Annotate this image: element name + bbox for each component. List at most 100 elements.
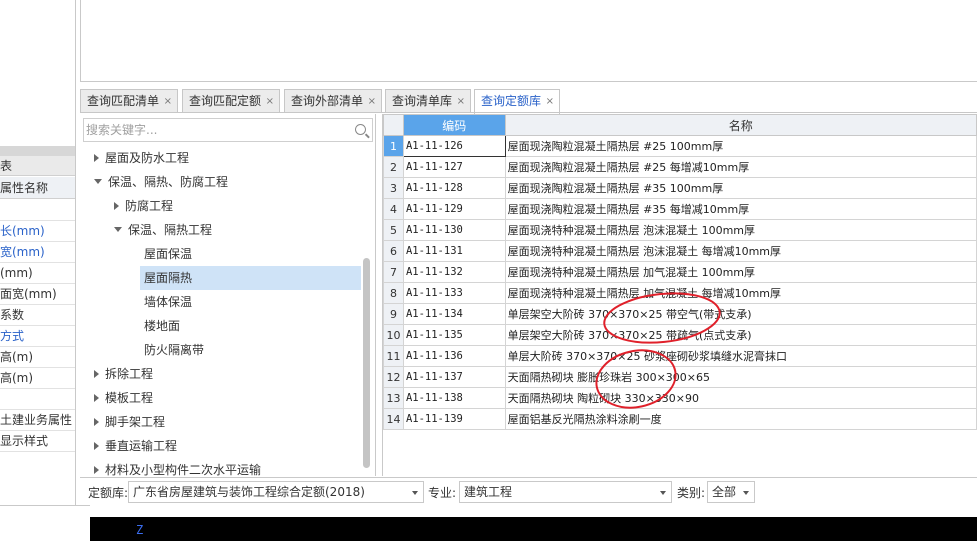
tree-item[interactable]: 屋面及防水工程 xyxy=(94,146,189,170)
property-row[interactable]: 高(m) xyxy=(0,347,75,368)
table-row[interactable]: 9 A1-11-134 单层架空大阶砖 370×370×25 带空气(带式支承) xyxy=(383,303,977,325)
tree-item[interactable]: 楼地面 xyxy=(144,314,180,338)
close-icon[interactable]: × xyxy=(164,90,172,113)
tab-baseline xyxy=(80,112,977,113)
quota-code-cell[interactable]: A1-11-131 xyxy=(402,240,506,262)
quota-name-cell[interactable]: 屋面现浇陶粒混凝土隔热层 #35 每增减10mm厚 xyxy=(504,198,977,220)
tree-item[interactable]: 墙体保温 xyxy=(144,290,192,314)
quota-name-cell[interactable]: 屋面现浇特种混凝土隔热层 泡沫混凝土 100mm厚 xyxy=(504,219,977,241)
quota-name-cell[interactable]: 屋面现浇陶粒混凝土隔热层 #35 100mm厚 xyxy=(504,177,977,199)
table-row[interactable]: 2 A1-11-127 屋面现浇陶粒混凝土隔热层 #25 每增减10mm厚 xyxy=(383,156,977,178)
property-row[interactable]: (mm) xyxy=(0,263,75,284)
property-row[interactable] xyxy=(0,200,75,221)
property-row[interactable]: 显示样式 xyxy=(0,431,75,452)
tab-match-bill[interactable]: 查询匹配清单 × xyxy=(80,89,178,113)
quota-code-cell[interactable]: A1-11-126 xyxy=(402,135,506,157)
tree-scrollbar[interactable] xyxy=(363,258,370,468)
close-icon[interactable]: × xyxy=(546,90,554,113)
property-panel-title: 表 xyxy=(0,156,75,176)
collapsed-arrow-icon[interactable] xyxy=(94,441,99,450)
collapsed-arrow-icon[interactable] xyxy=(94,465,99,474)
collapsed-arrow-icon[interactable] xyxy=(94,393,99,402)
close-icon[interactable]: × xyxy=(368,90,376,113)
table-row[interactable]: 1 A1-11-126 屋面现浇陶粒混凝土隔热层 #25 100mm厚 xyxy=(383,135,977,157)
quota-name-cell[interactable]: 天面隔热砌块 膨胀珍珠岩 300×300×65 xyxy=(504,366,977,388)
collapsed-arrow-icon[interactable] xyxy=(94,369,99,378)
tree-item[interactable]: 屋面隔热 xyxy=(140,266,361,290)
tree-item[interactable]: 垂直运输工程 xyxy=(94,434,177,458)
tree-item[interactable]: 防腐工程 xyxy=(114,194,173,218)
collapsed-arrow-icon[interactable] xyxy=(94,153,99,162)
tree-item[interactable]: 脚手架工程 xyxy=(94,410,165,434)
quota-code-cell[interactable]: A1-11-138 xyxy=(402,387,506,409)
quota-name-cell[interactable]: 屋面现浇陶粒混凝土隔热层 #25 每增减10mm厚 xyxy=(504,156,977,178)
property-row[interactable]: 长(mm) xyxy=(0,221,75,242)
category-select[interactable]: 全部 xyxy=(707,481,755,503)
expanded-arrow-icon[interactable] xyxy=(114,227,122,232)
tab-quota-library[interactable]: 查询定额库 × xyxy=(474,89,560,114)
quota-code-cell[interactable]: A1-11-128 xyxy=(402,177,506,199)
search-input[interactable] xyxy=(86,121,346,139)
quota-code-cell[interactable]: A1-11-134 xyxy=(402,303,506,325)
table-row[interactable]: 12 A1-11-137 天面隔热砌块 膨胀珍珠岩 300×300×65 xyxy=(383,366,977,388)
tree-item[interactable]: 防火隔离带 xyxy=(144,338,204,362)
property-row[interactable]: 系数 xyxy=(0,305,75,326)
property-row[interactable]: 土建业务属性 xyxy=(0,410,75,431)
property-row[interactable]: 方式 xyxy=(0,326,75,347)
property-row[interactable]: 宽(mm) xyxy=(0,242,75,263)
table-row[interactable]: 11 A1-11-136 单层大阶砖 370×370×25 砂浆座砌砂浆填缝水泥膏抹… xyxy=(383,345,977,367)
quota-name-cell[interactable]: 天面隔热砌块 陶粒砌块 330×330×90 xyxy=(504,387,977,409)
table-row[interactable]: 7 A1-11-132 屋面现浇特种混凝土隔热层 加气混凝土 100mm厚 xyxy=(383,261,977,283)
quota-code-cell[interactable]: A1-11-129 xyxy=(402,198,506,220)
tree-item[interactable]: 保温、隔热工程 xyxy=(114,218,212,242)
quota-code-cell[interactable]: A1-11-133 xyxy=(402,282,506,304)
quota-code-cell[interactable]: A1-11-135 xyxy=(402,324,506,346)
tree-item[interactable]: 模板工程 xyxy=(94,386,153,410)
collapsed-arrow-icon[interactable] xyxy=(94,417,99,426)
property-row[interactable] xyxy=(0,389,75,410)
property-row[interactable]: 高(m) xyxy=(0,368,75,389)
table-row[interactable]: 3 A1-11-128 屋面现浇陶粒混凝土隔热层 #35 100mm厚 xyxy=(383,177,977,199)
table-row[interactable]: 10 A1-11-135 单层架空大阶砖 370×370×25 带疏气(点式支承) xyxy=(383,324,977,346)
category-tree-panel: 屋面及防水工程保温、隔热、防腐工程防腐工程保温、隔热工程屋面保温屋面隔热墙体保温… xyxy=(80,114,376,476)
quota-name-cell[interactable]: 屋面现浇陶粒混凝土隔热层 #25 100mm厚 xyxy=(504,135,977,157)
quota-name-cell[interactable]: 屋面铝基反光隔热涂料涂刷一度 xyxy=(504,408,977,430)
quota-library-select[interactable]: 广东省房屋建筑与装饰工程综合定额(2018) xyxy=(128,481,424,503)
quota-name-cell[interactable]: 屋面现浇特种混凝土隔热层 加气混凝土 100mm厚 xyxy=(504,261,977,283)
quota-table: 编码 名称 1 A1-11-126 屋面现浇陶粒混凝土隔热层 #25 100mm厚 2… xyxy=(383,114,977,430)
major-select[interactable]: 建筑工程 xyxy=(459,481,672,503)
quota-name-cell[interactable]: 单层架空大阶砖 370×370×25 带空气(带式支承) xyxy=(504,303,977,325)
tab-match-quota[interactable]: 查询匹配定额 × xyxy=(182,89,280,113)
collapsed-arrow-icon[interactable] xyxy=(114,201,119,210)
property-row[interactable]: 面宽(mm) xyxy=(0,284,75,305)
quota-code-cell[interactable]: A1-11-139 xyxy=(402,408,506,430)
quota-code-cell[interactable]: A1-11-136 xyxy=(402,345,506,367)
table-row[interactable]: 8 A1-11-133 屋面现浇特种混凝土隔热层 加气混凝土 每增减10mm厚 xyxy=(383,282,977,304)
table-row[interactable]: 14 A1-11-139 屋面铝基反光隔热涂料涂刷一度 xyxy=(383,408,977,430)
close-icon[interactable]: × xyxy=(266,90,274,113)
tree-item[interactable]: 拆除工程 xyxy=(94,362,153,386)
chevron-down-icon xyxy=(660,491,666,495)
quota-code-cell[interactable]: A1-11-127 xyxy=(402,156,506,178)
quota-name-cell[interactable]: 单层大阶砖 370×370×25 砂浆座砌砂浆填缝水泥膏抹口 xyxy=(504,345,977,367)
quota-code-cell[interactable]: A1-11-130 xyxy=(402,219,506,241)
name-column-header[interactable]: 名称 xyxy=(504,114,977,136)
quota-name-cell[interactable]: 单层架空大阶砖 370×370×25 带疏气(点式支承) xyxy=(504,324,977,346)
table-row[interactable]: 5 A1-11-130 屋面现浇特种混凝土隔热层 泡沫混凝土 100mm厚 xyxy=(383,219,977,241)
tree-item[interactable]: 屋面保温 xyxy=(144,242,192,266)
quota-code-cell[interactable]: A1-11-132 xyxy=(402,261,506,283)
code-column-header[interactable]: 编码 xyxy=(402,114,506,136)
tab-bill-library[interactable]: 查询清单库 × xyxy=(385,89,471,113)
table-row[interactable]: 13 A1-11-138 天面隔热砌块 陶粒砌块 330×330×90 xyxy=(383,387,977,409)
tree-item[interactable]: 材料及小型构件二次水平运输 xyxy=(94,458,261,476)
tab-external-bill[interactable]: 查询外部清单 × xyxy=(284,89,382,113)
quota-name-cell[interactable]: 屋面现浇特种混凝土隔热层 加气混凝土 每增减10mm厚 xyxy=(504,282,977,304)
table-row[interactable]: 6 A1-11-131 屋面现浇特种混凝土隔热层 泡沫混凝土 每增减10mm厚 xyxy=(383,240,977,262)
tree-item[interactable]: 保温、隔热、防腐工程 xyxy=(94,170,228,194)
search-icon[interactable] xyxy=(355,124,366,135)
expanded-arrow-icon[interactable] xyxy=(94,179,102,184)
quota-code-cell[interactable]: A1-11-137 xyxy=(402,366,506,388)
table-row[interactable]: 4 A1-11-129 屋面现浇陶粒混凝土隔热层 #35 每增减10mm厚 xyxy=(383,198,977,220)
quota-name-cell[interactable]: 屋面现浇特种混凝土隔热层 泡沫混凝土 每增减10mm厚 xyxy=(504,240,977,262)
close-icon[interactable]: × xyxy=(457,90,465,113)
